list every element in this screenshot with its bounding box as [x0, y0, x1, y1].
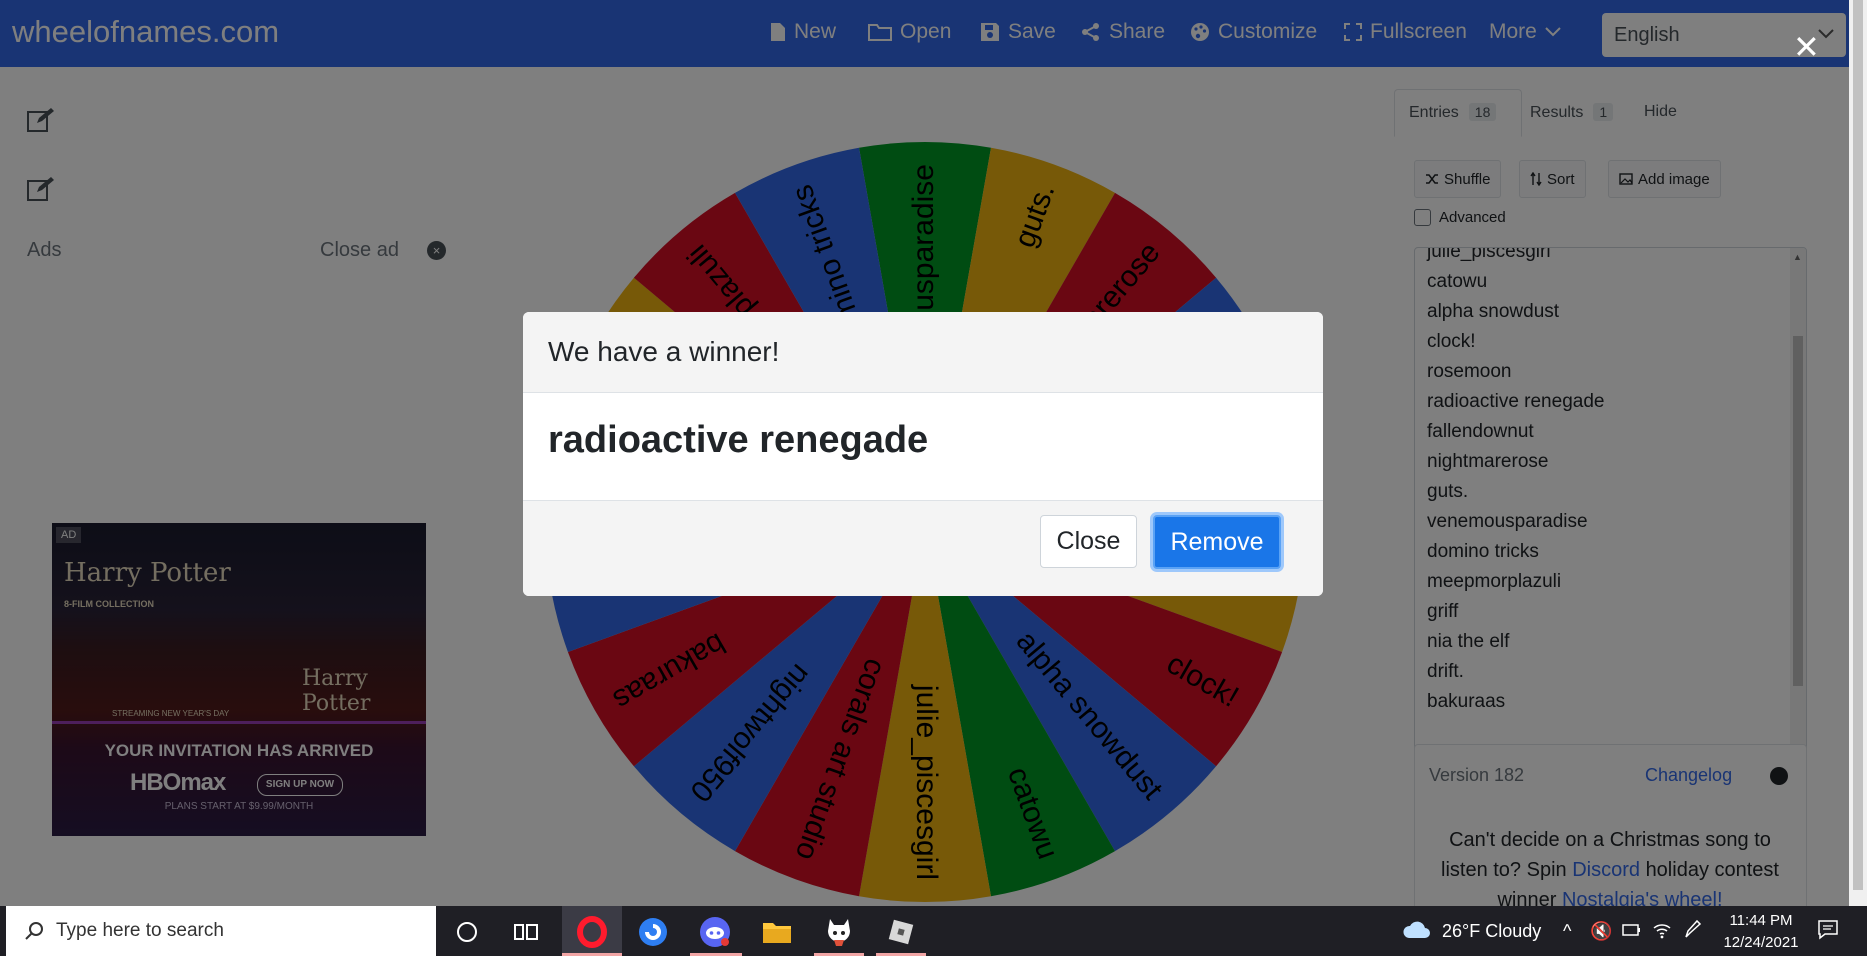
dialog-header: We have a winner!	[523, 312, 1323, 393]
taskbar-search[interactable]: Type here to search	[6, 906, 436, 956]
dialog-body: radioactive renegade	[523, 393, 1323, 501]
notifications-icon[interactable]	[1817, 919, 1839, 941]
pen-icon[interactable]	[1682, 919, 1702, 941]
clock[interactable]: 11:44 PM 12/24/2021	[1710, 910, 1812, 954]
page-scrollbar[interactable]	[1849, 0, 1867, 906]
close-button[interactable]: Close	[1040, 515, 1137, 568]
close-icon[interactable]: ✕	[1793, 31, 1820, 63]
roblox-icon[interactable]	[884, 915, 918, 949]
cloud-icon	[1403, 921, 1430, 938]
discord-icon[interactable]	[698, 915, 732, 949]
winner-name: radioactive renegade	[548, 419, 929, 461]
app-icon[interactable]	[636, 915, 670, 949]
file-explorer-icon[interactable]	[760, 915, 794, 949]
chevron-up-icon[interactable]: ^	[1563, 921, 1571, 942]
dialog-title: We have a winner!	[548, 336, 780, 367]
time-text: 11:44 PM	[1729, 912, 1793, 929]
search-icon	[25, 922, 43, 940]
cortana-icon[interactable]	[450, 915, 484, 949]
volume-icon[interactable]: 🔇	[1590, 921, 1612, 942]
weather-text[interactable]: 26°F Cloudy	[1442, 921, 1541, 942]
winner-dialog: We have a winner! radioactive renegade C…	[523, 312, 1323, 596]
game-icon[interactable]	[822, 915, 856, 949]
task-view-icon[interactable]	[509, 915, 543, 949]
battery-icon[interactable]	[1622, 923, 1642, 937]
date-text: 12/24/2021	[1723, 934, 1799, 951]
page-scrollbar-thumb[interactable]	[1853, 0, 1863, 890]
app-window: wheelofnames.com New Open Save Share Cus…	[0, 0, 1849, 906]
remove-button[interactable]: Remove	[1153, 515, 1281, 569]
wifi-icon[interactable]	[1652, 921, 1672, 939]
opera-icon[interactable]	[575, 915, 609, 949]
taskbar: Type here to search 26°F Cloudy ^ 🔇 11:4…	[0, 906, 1867, 956]
